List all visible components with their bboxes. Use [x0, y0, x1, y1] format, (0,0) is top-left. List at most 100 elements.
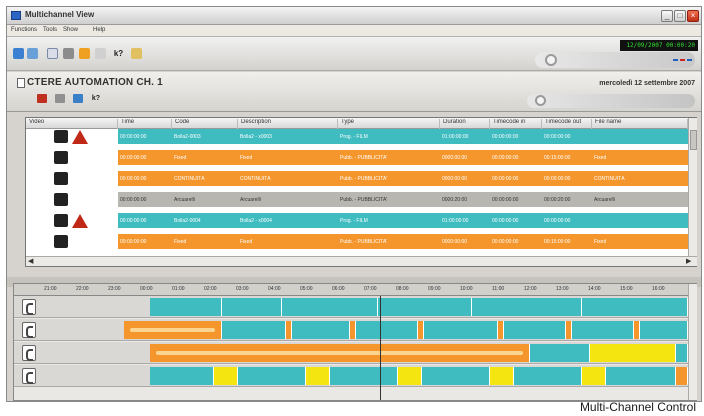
timeline-block[interactable] — [676, 367, 688, 385]
maximize-button[interactable]: □ — [674, 10, 686, 22]
ruler-tick: 11:00 — [492, 286, 505, 292]
timeline-block[interactable] — [472, 298, 582, 316]
cell-tcout: 00:15:00:00 — [544, 155, 571, 161]
timeline-track-2 — [14, 319, 688, 341]
cell-type: Pubb. - PUBBLICITA' — [340, 176, 388, 182]
cell-time: 00:00:00:00 — [120, 176, 147, 182]
menu-help[interactable]: Help — [93, 27, 105, 33]
scroll-thumb[interactable] — [690, 130, 697, 150]
cell-tcin: 00:00:00:00 — [492, 218, 519, 224]
timeline-block[interactable] — [582, 298, 688, 316]
grid-horizontal-scrollbar[interactable]: ◀ ▶ — [26, 256, 697, 266]
cell-time: 00:00:00:00 — [120, 134, 147, 140]
video-thumbnail — [26, 171, 118, 187]
timeline-block[interactable] — [222, 298, 282, 316]
timeline-block[interactable] — [676, 344, 688, 362]
cell-tcout: 00:00:00:00 — [544, 218, 571, 224]
table-row[interactable]: 00:00:00:00 Fixed Fixed Pubb. - PUBBLICITA'… — [26, 150, 688, 166]
ruler-tick: 16:00 — [652, 286, 665, 292]
help-pointer-icon[interactable]: k? — [113, 48, 124, 59]
col-video[interactable]: Video — [26, 119, 118, 129]
timeline-block[interactable] — [214, 367, 238, 385]
brand-dash-blue — [673, 59, 678, 61]
ruler-tick: 09:00 — [428, 286, 441, 292]
brand-dash-blue — [687, 59, 692, 61]
grid-vertical-scrollbar[interactable] — [688, 118, 697, 256]
help-pointer-icon[interactable]: k? — [91, 94, 101, 103]
table-row[interactable]: 00:00:00:00 Bolla2-0004 Bolla2 - x0004 Prog… — [26, 213, 688, 229]
timeline-block[interactable] — [378, 298, 472, 316]
timeline-block[interactable] — [606, 367, 676, 385]
timeline-block[interactable] — [150, 367, 214, 385]
menu-functions[interactable]: Functions — [11, 27, 37, 33]
timeline-block[interactable] — [306, 367, 330, 385]
channel-track-icon[interactable] — [22, 322, 36, 338]
minimize-button[interactable]: _ — [661, 10, 673, 22]
timeline-block[interactable] — [504, 321, 566, 339]
scroll-left-icon[interactable]: ◀ — [28, 257, 33, 266]
col-timecode-out[interactable]: Timecode out — [542, 119, 592, 129]
timeline-block[interactable] — [398, 367, 422, 385]
cell-tcin: 00:00:00:00 — [492, 176, 519, 182]
current-time-marker — [380, 296, 381, 400]
timeline-vertical-scrollbar[interactable] — [688, 284, 697, 400]
col-code[interactable]: Code — [172, 119, 238, 129]
back-icon[interactable] — [27, 48, 38, 59]
timeline-block[interactable] — [356, 321, 418, 339]
table-row[interactable]: 00:00:00:00 Arcuarelli Arcuarelli Pubb. - P… — [26, 192, 688, 208]
col-duration[interactable]: Duration — [440, 119, 490, 129]
refresh-icon[interactable] — [13, 48, 24, 59]
timeline-block[interactable] — [150, 298, 222, 316]
video-thumbnail — [26, 213, 118, 229]
print-icon[interactable] — [63, 48, 74, 59]
timeline-block[interactable] — [422, 367, 490, 385]
timeline-block[interactable] — [292, 321, 350, 339]
channel-track-icon[interactable] — [22, 299, 36, 315]
menu-show[interactable]: Show — [63, 27, 78, 33]
channel-track-icon[interactable] — [22, 345, 36, 361]
table-row[interactable]: 00:00:00:00 Bolla2-0003 Bolla2 - x0003 Prog… — [26, 129, 688, 145]
timeline-block[interactable] — [124, 321, 222, 339]
col-timecode-in[interactable]: Timecode in — [490, 119, 542, 129]
calendar-icon[interactable] — [73, 94, 83, 103]
warning-icon[interactable] — [79, 48, 90, 59]
timeline-block[interactable] — [590, 344, 676, 362]
undo-icon[interactable] — [95, 48, 106, 59]
cell-duration: 0000:20:00 — [442, 197, 468, 203]
col-type[interactable]: Type — [338, 119, 440, 129]
video-thumbnail — [26, 234, 118, 250]
timeline-block[interactable] — [640, 321, 688, 339]
cell-code: Bolla2-0003 — [174, 134, 201, 140]
channel-icon — [17, 78, 25, 88]
grid-header: Video Time Code Description Type Duratio… — [26, 118, 688, 129]
close-button[interactable]: × — [687, 10, 699, 22]
title-bar: Multichannel View _ □ × — [7, 7, 701, 25]
scroll-right-icon[interactable]: ▶ — [686, 257, 691, 266]
record-icon[interactable] — [37, 94, 47, 103]
timeline-block[interactable] — [424, 321, 498, 339]
print-icon[interactable] — [55, 94, 65, 103]
timeline-block[interactable] — [530, 344, 590, 362]
timeline-block[interactable] — [582, 367, 606, 385]
channel-track-icon[interactable] — [22, 368, 36, 384]
table-row[interactable]: 00:00:00:00 CONTINUITÀ CONTINUITÀ Pubb. - P… — [26, 171, 688, 187]
cell-desc: Bolla2 - x0004 — [240, 218, 272, 224]
timeline-block[interactable] — [222, 321, 286, 339]
cell-desc: Fixed — [240, 155, 253, 161]
timeline-block[interactable] — [330, 367, 398, 385]
col-description[interactable]: Description — [238, 119, 338, 129]
table-row[interactable]: 00:00:00:00 Fixed Fixed Pubb. - PUBBLICITA'… — [26, 234, 688, 250]
timeline-block[interactable] — [572, 321, 634, 339]
timeline-block[interactable] — [238, 367, 306, 385]
col-time[interactable]: Time — [118, 119, 172, 129]
folder-icon[interactable] — [131, 48, 142, 59]
timeline-block[interactable] — [514, 367, 582, 385]
cell-type: Pubb. - PUBBLICITA' — [340, 197, 388, 203]
timeline-block[interactable] — [150, 344, 530, 362]
grid-view-icon[interactable] — [47, 48, 58, 59]
timeline-block[interactable] — [282, 298, 378, 316]
menu-tools[interactable]: Tools — [43, 27, 57, 33]
app-icon — [11, 11, 21, 20]
col-file-name[interactable]: File name — [592, 119, 688, 129]
timeline-block[interactable] — [490, 367, 514, 385]
